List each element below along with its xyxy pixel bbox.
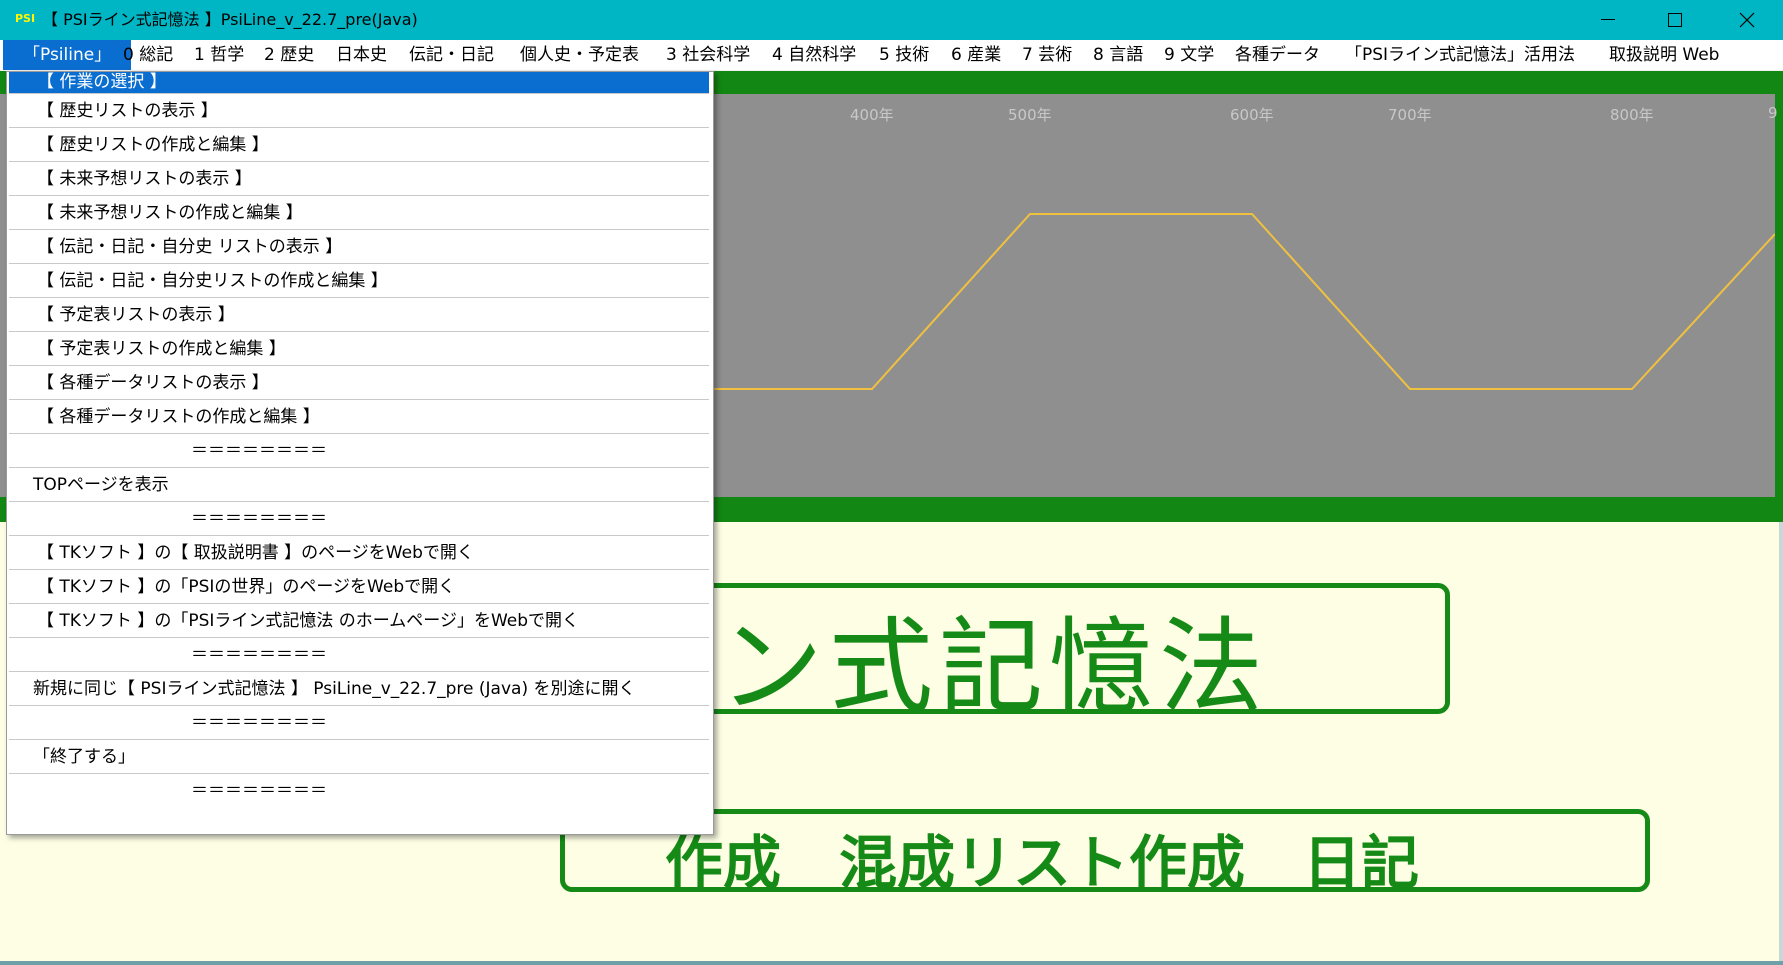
window-bottom-edge xyxy=(0,961,1783,965)
app-window: PSI 【 PSIライン式記憶法 】PsiLine_v_22.7_pre(Jav… xyxy=(0,0,1783,965)
menu-psiline[interactable]: 「Psiline」 xyxy=(3,40,132,70)
close-button[interactable] xyxy=(1720,0,1774,40)
subtitle-banner-text: 作成 混成リスト作成 日記 xyxy=(665,829,1420,892)
menu-shakai-kagaku[interactable]: 3 社会科学 xyxy=(666,40,750,70)
menu-item-manual-web[interactable]: 【 TKソフト 】の【 取扱説明書 】のページをWebで開く xyxy=(9,536,709,570)
subtitle-banner: 作成 混成リスト作成 日記 xyxy=(560,809,1650,892)
window-title: 【 PSIライン式記憶法 】PsiLine_v_22.7_pre(Java) xyxy=(42,10,418,29)
menu-separator: ＝＝＝＝＝＝＝＝ xyxy=(191,781,327,801)
menu-item-homepage-web[interactable]: 【 TKソフト 】の「PSIライン式記憶法 のホームページ」をWebで開く xyxy=(9,604,709,638)
maximize-icon xyxy=(1668,13,1682,27)
window-right-edge xyxy=(1779,522,1783,961)
menu-item-sagyo-sentaku[interactable]: 【 作業の選択 】 xyxy=(9,72,709,94)
menu-kojinshi-yoteihyo[interactable]: 個人史・予定表 xyxy=(520,40,639,70)
minimize-icon xyxy=(1601,19,1615,20)
menu-separator: ＝＝＝＝＝＝＝＝ xyxy=(9,434,709,468)
menu-item-open-new-instance[interactable]: 新規に同じ【 PSIライン式記憶法 】 PsiLine_v_22.7_pre (… xyxy=(9,672,709,706)
menu-item-kakushu-hyoji[interactable]: 【 各種データリストの表示 】 xyxy=(9,366,709,400)
menu-separator: ＝＝＝＝＝＝＝＝ xyxy=(9,706,709,740)
app-icon: PSI xyxy=(14,11,36,27)
menu-sangyo[interactable]: 6 産業 xyxy=(951,40,1001,70)
timeline-line xyxy=(700,213,1775,390)
menu-shizen-kagaku[interactable]: 4 自然科学 xyxy=(772,40,856,70)
menu-item-mirai-hyoji[interactable]: 【 未来予想リストの表示 】 xyxy=(9,162,709,196)
menu-bar: 「Psiline」 0 総記 1 哲学 2 歴史 日本史 伝記・日記 個人史・予… xyxy=(0,40,1783,71)
menu-separator: ＝＝＝＝＝＝＝＝ xyxy=(9,502,709,536)
menu-manual-web[interactable]: 取扱説明 Web xyxy=(1609,40,1719,70)
close-icon xyxy=(1739,12,1755,28)
menu-kakushu-data[interactable]: 各種データ xyxy=(1235,40,1320,70)
menu-separator: ＝＝＝＝＝＝＝＝ xyxy=(9,638,709,672)
maximize-button[interactable] xyxy=(1648,0,1702,40)
menu-soki[interactable]: 0 総記 xyxy=(123,40,173,70)
title-bar[interactable]: PSI 【 PSIライン式記憶法 】PsiLine_v_22.7_pre(Jav… xyxy=(0,0,1783,40)
psiline-dropdown-menu: 【 作業の選択 】 【 歴史リストの表示 】 【 歴史リストの作成と編集 】 【… xyxy=(6,71,714,835)
menu-item-denki-hyoji[interactable]: 【 伝記・日記・自分史 リストの表示 】 xyxy=(9,230,709,264)
menu-rekishi[interactable]: 2 歴史 xyxy=(264,40,314,70)
menu-item-kakushu-sakusei[interactable]: 【 各種データリストの作成と編集 】 xyxy=(9,400,709,434)
menu-item-exit[interactable]: 「終了する」 xyxy=(9,740,709,774)
menu-item-yotei-hyoji[interactable]: 【 予定表リストの表示 】 xyxy=(9,298,709,332)
menu-tetsugaku[interactable]: 1 哲学 xyxy=(194,40,244,70)
menu-gengo[interactable]: 8 言語 xyxy=(1093,40,1143,70)
menu-item-rekishi-sakusei[interactable]: 【 歴史リストの作成と編集 】 xyxy=(9,128,709,162)
menu-item-yotei-sakusei[interactable]: 【 予定表リストの作成と編集 】 xyxy=(9,332,709,366)
menu-item-rekishi-hyoji[interactable]: 【 歴史リストの表示 】 xyxy=(9,94,709,128)
menu-geijutsu[interactable]: 7 芸術 xyxy=(1022,40,1072,70)
menu-item-denki-sakusei[interactable]: 【 伝記・日記・自分史リストの作成と編集 】 xyxy=(9,264,709,298)
menu-katsuyoho[interactable]: 「PSIライン式記憶法」活用法 xyxy=(1345,40,1575,70)
menu-denki-nikki[interactable]: 伝記・日記 xyxy=(409,40,494,70)
menu-item-top-page[interactable]: TOPページを表示 xyxy=(9,468,709,502)
menu-item-mirai-sakusei[interactable]: 【 未来予想リストの作成と編集 】 xyxy=(9,196,709,230)
menu-nihonshi[interactable]: 日本史 xyxy=(336,40,387,70)
menu-gijutsu[interactable]: 5 技術 xyxy=(879,40,929,70)
menu-bungaku[interactable]: 9 文学 xyxy=(1164,40,1214,70)
minimize-button[interactable] xyxy=(1581,0,1635,40)
menu-item-psi-world-web[interactable]: 【 TKソフト 】の「PSIの世界」のページをWebで開く xyxy=(9,570,709,604)
